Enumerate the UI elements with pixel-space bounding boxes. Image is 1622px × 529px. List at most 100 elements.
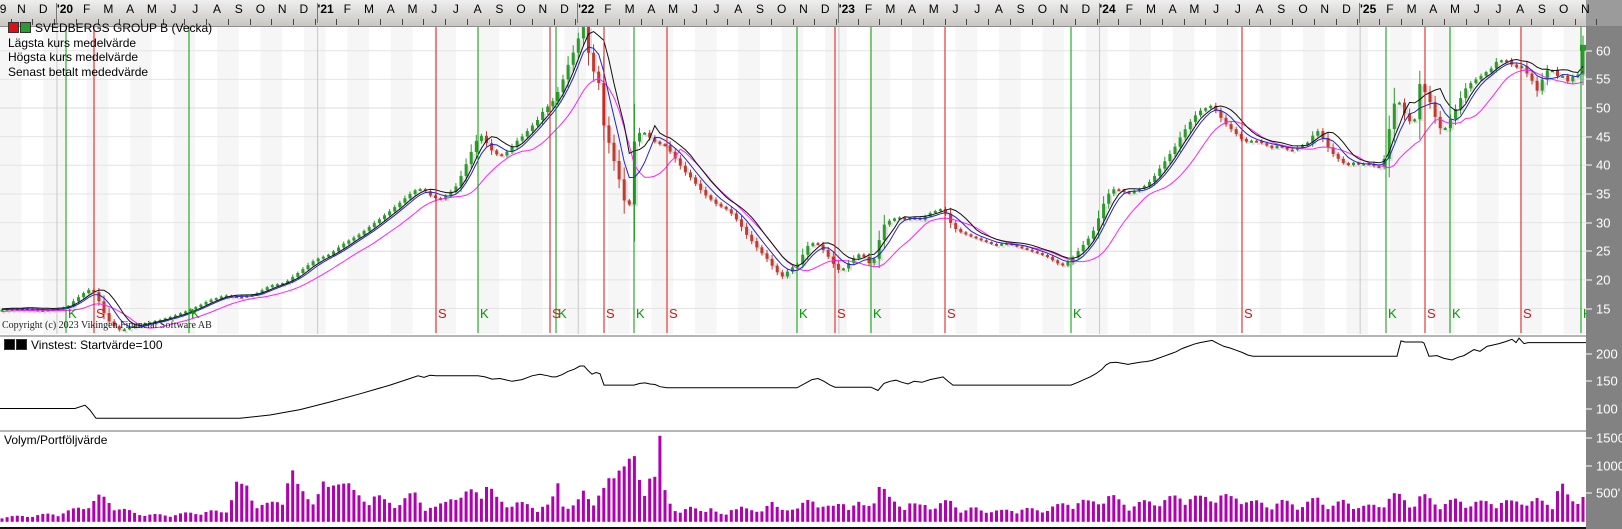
timeline-month-label: J (453, 2, 459, 16)
signal-letter: K (1452, 306, 1461, 321)
axis-tick (1586, 165, 1592, 166)
price-axis-label: 45 (1596, 129, 1610, 144)
timeline-month-label: F (1126, 2, 1133, 16)
timeline-tick (336, 19, 337, 25)
axis-tick (1586, 308, 1592, 309)
panel-separator (0, 335, 1586, 337)
vinstest-axis-label: 200 (1596, 347, 1618, 362)
timeline-year-separator (1099, 3, 1100, 23)
axis-tick (1586, 193, 1592, 194)
axis-tick (1586, 108, 1592, 109)
volume-legend: Volym/Portföljvärde (4, 433, 107, 447)
legend-line-high-ma: Högsta kurs medelvärde (8, 50, 212, 65)
timeline-month-label: A (474, 2, 482, 16)
month-bands (0, 26, 1585, 334)
timeline-month-label: O (1559, 2, 1568, 16)
timeline-tick (228, 19, 229, 25)
axis-tick (1586, 222, 1592, 223)
timeline-tick (1531, 19, 1532, 25)
signal-letter: K (191, 306, 200, 321)
timeline-month-label: J (192, 2, 198, 16)
signal-letter: S (669, 306, 678, 321)
timeline-month-label: S (1538, 2, 1546, 16)
timeline-month-label: A (908, 2, 916, 16)
timeline-tick (966, 19, 967, 25)
legend-red-swatch-icon (8, 22, 19, 33)
timeline-year-separator (317, 3, 318, 23)
axis-tick (1586, 465, 1592, 466)
vinstest-axis-label: 100 (1596, 401, 1618, 416)
timeline-tick (315, 19, 316, 25)
signal-letter: K (1073, 306, 1082, 321)
timeline-tick (489, 19, 490, 25)
timeline-month-label: A (734, 2, 742, 16)
timeline-month-label: D (821, 2, 830, 16)
price-axis-label: 30 (1596, 215, 1610, 230)
timeline-bar[interactable]: 19ND'20FMAMJJASOND'21FMAMJJASOND'22FMAMJ… (0, 0, 1622, 27)
chart-canvas[interactable]: KSKSKSKSKSKSKSKSKSKSK (0, 0, 1622, 529)
timeline-month-label: J (431, 2, 437, 16)
timeline-month-label: A (1429, 2, 1437, 16)
timeline-tick (1488, 19, 1489, 25)
timeline-month-label: S (1017, 2, 1025, 16)
timeline-tick (1010, 19, 1011, 25)
signal-letter: K (1388, 306, 1397, 321)
timeline-tick (1249, 19, 1250, 25)
timeline-year-separator (838, 3, 839, 23)
timeline-month-label: D (300, 2, 309, 16)
timeline-tick (836, 19, 837, 25)
legend-black-swatch-icon (16, 339, 27, 350)
legend-line-low-ma: Lägsta kurs medelvärde (8, 36, 212, 51)
timeline-tick (293, 19, 294, 25)
timeline-month-label: S (495, 2, 503, 16)
timeline-tick (532, 19, 533, 25)
timeline-month-label: D (560, 2, 569, 16)
timeline-month-label: J (952, 2, 958, 16)
signal-letter: K (558, 306, 567, 321)
timeline-month-label: D (39, 2, 48, 16)
timeline-month-label: A (995, 2, 1003, 16)
timeline-tick (271, 19, 272, 25)
timeline-month-label: A (1516, 2, 1524, 16)
timeline-tick (554, 19, 555, 25)
vinstest-legend: Vinstest: Startvärde=100 (4, 338, 163, 352)
timeline-month-label: N (1581, 2, 1590, 16)
timeline-month-label: O (256, 2, 265, 16)
timeline-tick (510, 19, 511, 25)
panel-separator (0, 430, 1586, 432)
vinstest-axis-label: 150 (1596, 374, 1618, 389)
timeline-tick (1422, 19, 1423, 25)
timeline-year-separator (1359, 3, 1360, 23)
price-axis-label: 20 (1596, 272, 1610, 287)
timeline-tick (1227, 19, 1228, 25)
price-axis-label: 25 (1596, 244, 1610, 259)
timeline-tick (423, 19, 424, 25)
timeline-tick (662, 19, 663, 25)
instrument-title: SVEDBERGS GROUP B (Vecka) (35, 21, 212, 35)
chart-legend: SVEDBERGS GROUP B (Vecka) Lägsta kurs me… (8, 21, 212, 79)
timeline-tick (727, 19, 728, 25)
axis-tick (1586, 493, 1592, 494)
timeline-year-separator (577, 3, 578, 23)
timeline-tick (858, 19, 859, 25)
axis-tick (1586, 136, 1592, 137)
timeline-tick (1270, 19, 1271, 25)
timeline-tick (1162, 19, 1163, 25)
timeline-tick (1336, 19, 1337, 25)
timeline-tick (1118, 19, 1119, 25)
right-axis-gutter[interactable]: 605550454035302520152001501001500'1000'5… (1586, 26, 1622, 529)
timeline-month-label: J (692, 2, 698, 16)
timeline-month-label: D (1081, 2, 1090, 16)
timeline-month-label: M (1407, 2, 1417, 16)
timeline-month-label: M (885, 2, 895, 16)
signal-letter: K (799, 306, 808, 321)
signal-letter: K (636, 306, 645, 321)
timeline-tick (467, 19, 468, 25)
timeline-tick (641, 19, 642, 25)
timeline-tick (445, 19, 446, 25)
timeline-tick (402, 19, 403, 25)
timeline-month-label: F (344, 2, 351, 16)
vinstest-line (0, 338, 1586, 418)
timeline-tick (1357, 19, 1358, 25)
timeline-month-label: S (756, 2, 764, 16)
